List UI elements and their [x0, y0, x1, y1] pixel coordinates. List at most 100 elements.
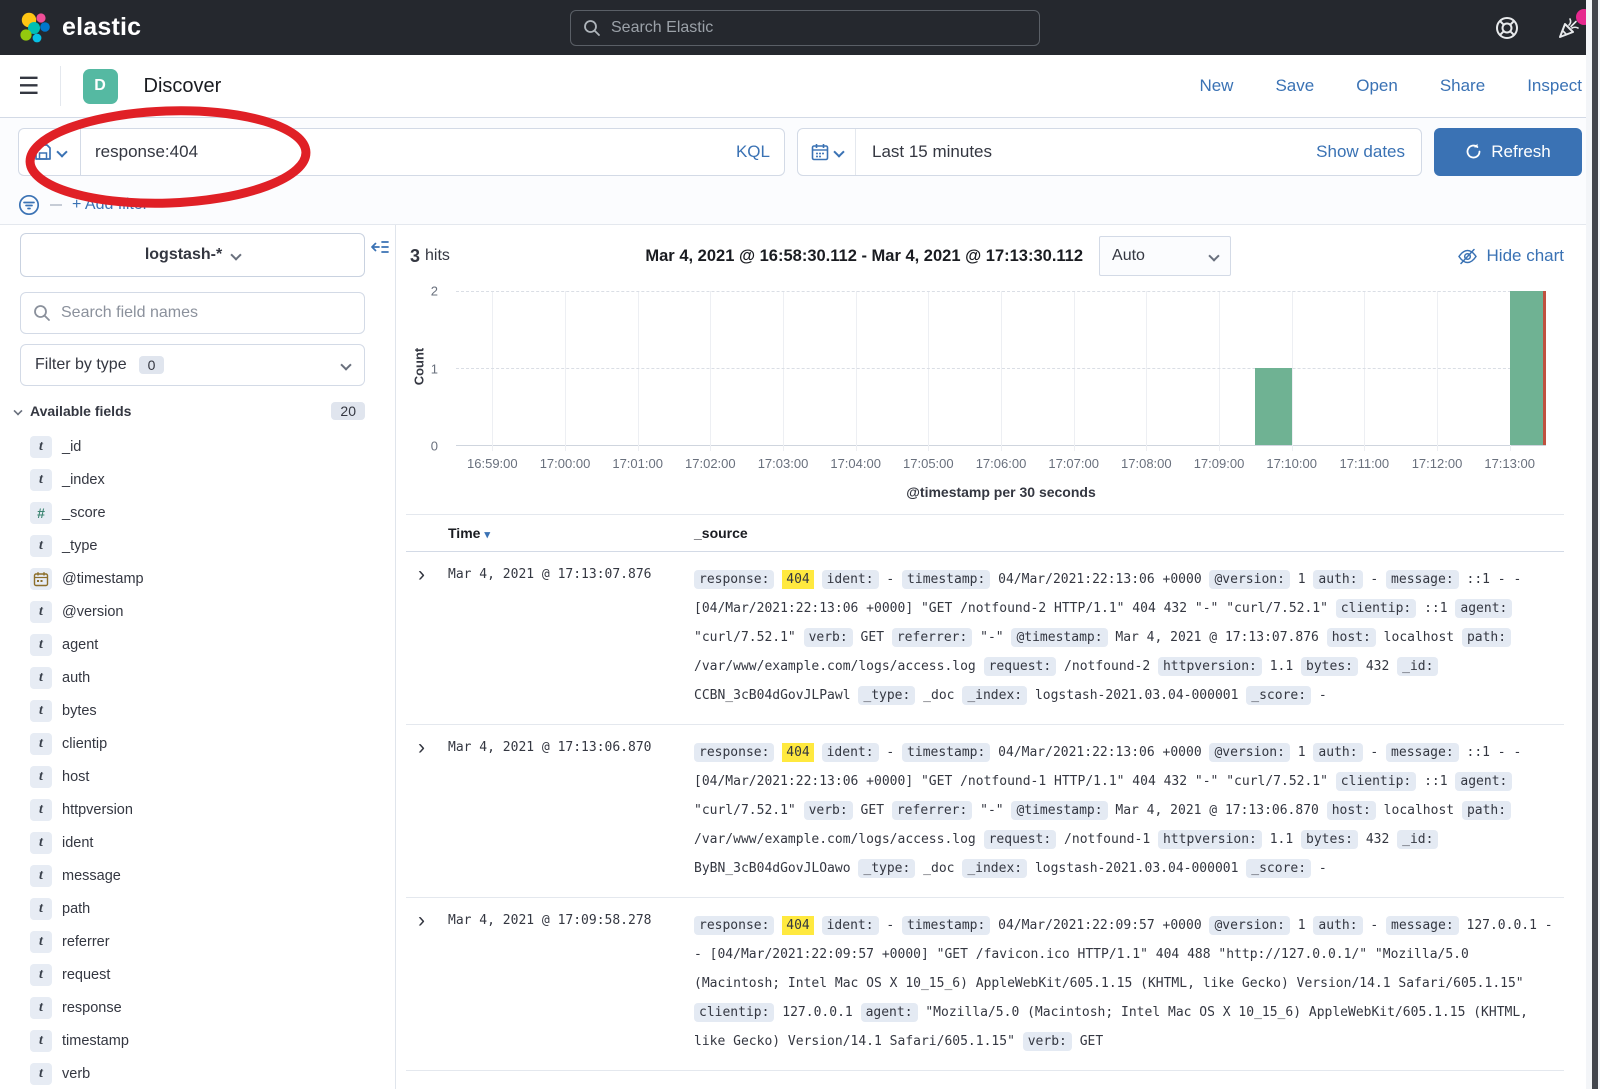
scrollbar[interactable]: [1592, 0, 1598, 1089]
field-item-httpversion[interactable]: thttpversion: [0, 793, 395, 826]
field-item-ident[interactable]: tident: [0, 826, 395, 859]
time-range-display[interactable]: Last 15 minutes Show dates: [856, 142, 1421, 162]
refresh-icon: [1465, 143, 1482, 160]
source-field-value: -: [1319, 688, 1327, 703]
doc-source: response: 404 ident: - timestamp: 04/Mar…: [694, 565, 1564, 710]
collapse-sidebar-icon[interactable]: [371, 239, 389, 255]
expand-row-button[interactable]: ›: [406, 738, 442, 883]
source-field-value: -: [1319, 861, 1327, 876]
field-item-_index[interactable]: t_index: [0, 463, 395, 496]
field-item-_id[interactable]: t _id: [0, 430, 395, 463]
saved-query-menu-button[interactable]: [18, 128, 80, 176]
date-quick-select-button[interactable]: [798, 129, 856, 175]
field-item-request[interactable]: trequest: [0, 958, 395, 991]
time-end-marker: [1543, 291, 1546, 445]
source-field-name: timestamp:: [902, 743, 990, 762]
source-field-name: _type:: [858, 859, 915, 878]
search-field-names-input[interactable]: Search field names: [20, 292, 365, 334]
field-name: _id: [62, 439, 81, 455]
filter-by-type-dropdown[interactable]: Filter by type 0: [20, 344, 365, 386]
available-fields-header[interactable]: Available fields 20: [14, 402, 365, 420]
text-type-icon: t: [30, 766, 52, 788]
nav-link-new[interactable]: New: [1199, 76, 1233, 96]
calendar-icon: [811, 143, 829, 161]
field-item-agent[interactable]: tagent: [0, 628, 395, 661]
source-field-name: _id:: [1397, 830, 1438, 849]
elastic-logo[interactable]: elastic: [18, 11, 141, 45]
field-item-path[interactable]: tpath: [0, 892, 395, 925]
query-language-button[interactable]: KQL: [736, 142, 770, 162]
field-item-bytes[interactable]: tbytes: [0, 694, 395, 727]
chevron-down-icon: [231, 249, 242, 260]
gridline: [710, 291, 711, 451]
field-name: path: [62, 901, 90, 917]
source-field-value: Mar 4, 2021 @ 17:13:06.870: [1115, 803, 1319, 818]
hide-chart-button[interactable]: Hide chart: [1457, 246, 1564, 267]
menu-icon[interactable]: ☰: [18, 66, 61, 106]
source-field-value: 04/Mar/2021:22:13:06 +0000: [998, 745, 1202, 760]
gridline: [565, 291, 566, 451]
text-type-icon: t: [30, 469, 52, 491]
histogram-plot[interactable]: [456, 291, 1546, 446]
expand-row-button[interactable]: ›: [406, 911, 442, 1056]
field-name: verb: [62, 1066, 90, 1082]
field-item-referrer[interactable]: treferrer: [0, 925, 395, 958]
column-header-time[interactable]: Time▾: [448, 525, 688, 541]
field-item-_type[interactable]: t_type: [0, 529, 395, 562]
field-item-response[interactable]: tresponse: [0, 991, 395, 1024]
add-filter-button[interactable]: + Add filter: [72, 196, 148, 214]
query-text: response:404: [95, 142, 198, 162]
source-field-name: ident:: [822, 570, 879, 589]
source-field-value: ::1: [1424, 601, 1447, 616]
field-item-@version[interactable]: t@version: [0, 595, 395, 628]
source-field-name: verb:: [1023, 1032, 1072, 1051]
text-type-icon: t: [30, 997, 52, 1019]
discover-main: 3 hits Mar 4, 2021 @ 16:58:30.112 - Mar …: [396, 225, 1600, 1089]
gridline: [456, 368, 1546, 369]
source-field-name: @version:: [1209, 570, 1289, 589]
nav-link-open[interactable]: Open: [1356, 76, 1398, 96]
help-icon[interactable]: [1494, 15, 1520, 41]
nav-link-save[interactable]: Save: [1275, 76, 1314, 96]
field-item-verb[interactable]: tverb: [0, 1057, 395, 1089]
source-field-name: _index:: [962, 859, 1027, 878]
show-dates-button[interactable]: Show dates: [1316, 142, 1405, 162]
global-search-input[interactable]: Search Elastic: [570, 10, 1040, 46]
gridline: [492, 291, 493, 451]
source-field-value: "curl/7.52.1": [694, 630, 796, 645]
field-item-message[interactable]: tmessage: [0, 859, 395, 892]
expand-row-button[interactable]: ›: [406, 565, 442, 710]
refresh-button[interactable]: Refresh: [1434, 128, 1582, 176]
field-item-timestamp[interactable]: ttimestamp: [0, 1024, 395, 1057]
nav-link-inspect[interactable]: Inspect: [1527, 76, 1582, 96]
interval-select[interactable]: Auto: [1099, 236, 1231, 276]
doc-table-body: ›Mar 4, 2021 @ 17:13:07.876response: 404…: [406, 552, 1564, 1071]
doc-time: Mar 4, 2021 @ 17:13:07.876: [448, 565, 688, 710]
source-field-name: message:: [1386, 916, 1459, 935]
histogram-bar: [1510, 291, 1546, 445]
column-header-source[interactable]: _source: [694, 525, 1564, 541]
histogram-bar: [1255, 368, 1291, 445]
highlighted-value: 404: [782, 743, 813, 762]
field-item-host[interactable]: thost: [0, 760, 395, 793]
filter-icon[interactable]: [18, 194, 40, 216]
whats-new-icon[interactable]: [1556, 15, 1582, 41]
filter-divider: [50, 204, 62, 206]
source-field-name: _score:: [1246, 686, 1311, 705]
histogram-chart[interactable]: Count 012 16:59:0017:00:0017:01:0017:02:…: [396, 291, 1546, 500]
field-item-_score[interactable]: #_score: [0, 496, 395, 529]
text-type-icon: t: [30, 436, 52, 458]
field-item-clientip[interactable]: tclientip: [0, 727, 395, 760]
x-axis-caption: @timestamp per 30 seconds: [456, 484, 1546, 500]
field-item-auth[interactable]: tauth: [0, 661, 395, 694]
query-input[interactable]: response:404 KQL: [80, 128, 785, 176]
gridline: [1437, 291, 1438, 451]
x-tick-label: 16:59:00: [467, 456, 518, 471]
index-pattern-selector[interactable]: logstash-*: [20, 233, 365, 277]
text-type-icon: t: [30, 898, 52, 920]
field-item-@timestamp[interactable]: @timestamp: [0, 562, 395, 595]
source-field-name: referrer:: [892, 628, 972, 647]
source-field-name: message:: [1386, 743, 1459, 762]
gridline: [1001, 291, 1002, 451]
nav-link-share[interactable]: Share: [1440, 76, 1485, 96]
